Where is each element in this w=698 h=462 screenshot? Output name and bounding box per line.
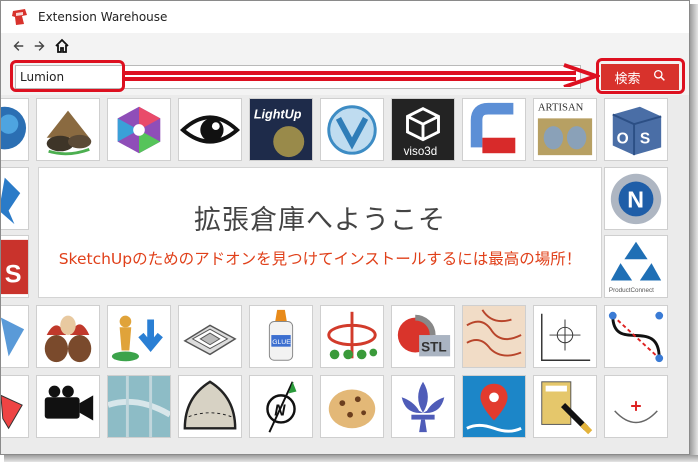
title-bar: Extension Warehouse: [1, 1, 689, 33]
extension-tile-glue[interactable]: GLUE: [249, 305, 313, 368]
extension-tile-pipe[interactable]: [462, 98, 526, 161]
home-icon[interactable]: [53, 37, 71, 55]
extension-tile-cookie[interactable]: [320, 375, 384, 438]
extension-tile-dwarves[interactable]: [36, 305, 100, 368]
svg-text:S: S: [640, 131, 650, 148]
extension-tile-s[interactable]: S: [1, 235, 29, 298]
welcome-subtitle: SketchUpのためのアドオンを見つけてインストールするには最高の場所！: [58, 250, 582, 268]
page-shadow-right: [690, 4, 698, 462]
navigation-bar: [1, 33, 689, 59]
extension-tile-viso3d[interactable]: viso3d: [391, 98, 455, 161]
extension-tile-n-logo[interactable]: N: [604, 167, 668, 230]
extension-tile-fleur-de-lis[interactable]: [391, 375, 455, 438]
extension-warehouse-logo-icon: [10, 7, 30, 27]
extension-tile-video-camera[interactable]: [36, 375, 100, 438]
search-bar: 検索: [1, 59, 689, 95]
extension-tile-topography[interactable]: [462, 305, 526, 368]
extension-tile-arc-plus[interactable]: [604, 375, 668, 438]
extension-tile-lightup[interactable]: LightUp: [249, 98, 313, 161]
extension-tile-hexagon[interactable]: [107, 98, 171, 161]
extension-tile-productconnect[interactable]: ProductConnect: [604, 235, 668, 298]
productconnect-label: ProductConnect: [609, 287, 654, 294]
extension-tile-building-model[interactable]: [178, 305, 242, 368]
extension-tile-stl[interactable]: STL: [391, 305, 455, 368]
extension-tile-north-compass[interactable]: N: [249, 375, 313, 438]
extension-tile-eye[interactable]: [178, 98, 242, 161]
s-label: S: [5, 260, 22, 288]
extension-tile-artisan[interactable]: ARTISAN: [533, 98, 597, 161]
window-title: Extension Warehouse: [38, 10, 168, 24]
extension-tile-dome[interactable]: [178, 375, 242, 438]
svg-text:O: O: [617, 131, 629, 148]
extension-tile-map-pin[interactable]: [462, 375, 526, 438]
extension-tile-person-download[interactable]: [107, 305, 171, 368]
extension-tile-os-cube[interactable]: OS: [604, 98, 668, 161]
extension-tile[interactable]: [1, 375, 29, 438]
back-arrow-icon[interactable]: [9, 37, 27, 55]
search-input[interactable]: [15, 65, 581, 89]
extension-tile-trees-arrows[interactable]: [320, 305, 384, 368]
extension-tile[interactable]: [1, 167, 29, 230]
forward-arrow-icon[interactable]: [31, 37, 49, 55]
extension-tile-book-pen[interactable]: [533, 375, 597, 438]
extension-tile-house-boots[interactable]: [36, 98, 100, 161]
extension-tile-crosshair[interactable]: [533, 305, 597, 368]
lightup-label: LightUp: [254, 107, 302, 121]
welcome-banner: 拡張倉庫へようこそ SketchUpのためのアドオンを見つけてインストールするに…: [38, 167, 602, 298]
search-button[interactable]: 検索: [601, 64, 679, 90]
artisan-label: ARTISAN: [538, 103, 584, 114]
svg-text:N: N: [274, 403, 286, 420]
page-shadow-bottom: [4, 455, 698, 462]
extension-tile-bezier-curve[interactable]: [604, 305, 668, 368]
search-button-label: 検索: [614, 71, 641, 87]
stl-label: STL: [421, 340, 447, 355]
extension-tile-structure[interactable]: [107, 375, 171, 438]
glue-label: GLUE: [272, 339, 291, 346]
extension-tile[interactable]: [1, 98, 29, 161]
svg-text:N: N: [627, 187, 644, 213]
welcome-title: 拡張倉庫へようこそ: [194, 205, 446, 236]
search-icon: [653, 69, 666, 86]
extension-tile[interactable]: [1, 305, 29, 368]
extension-tile-v-logo[interactable]: [320, 98, 384, 161]
extension-grid: LightUp viso3d ARTISAN OS N S ProductCon…: [1, 95, 689, 454]
viso-label: viso3d: [404, 145, 438, 158]
